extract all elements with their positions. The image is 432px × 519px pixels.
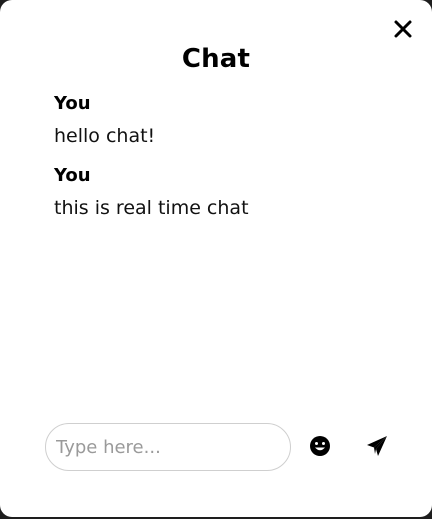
message-author: You [54,165,91,186]
send-button[interactable] [365,434,389,458]
chat-title: Chat [181,44,251,74]
message-list: You hello chat! You this is real time ch… [54,92,402,236]
smiley-icon [310,436,330,456]
message-author: You [54,93,91,114]
paper-plane-icon [367,436,387,456]
message-text: this is real time chat [54,197,249,219]
close-button[interactable] [392,18,414,40]
message-item: You hello chat! [54,92,402,150]
message-input[interactable] [45,423,291,471]
message-composer [45,423,432,473]
message-text: hello chat! [54,125,156,147]
emoji-button[interactable] [309,435,331,457]
chat-panel: Chat You hello chat! You this is real ti… [0,0,432,517]
close-icon [394,20,412,38]
message-item: You this is real time chat [54,164,402,222]
